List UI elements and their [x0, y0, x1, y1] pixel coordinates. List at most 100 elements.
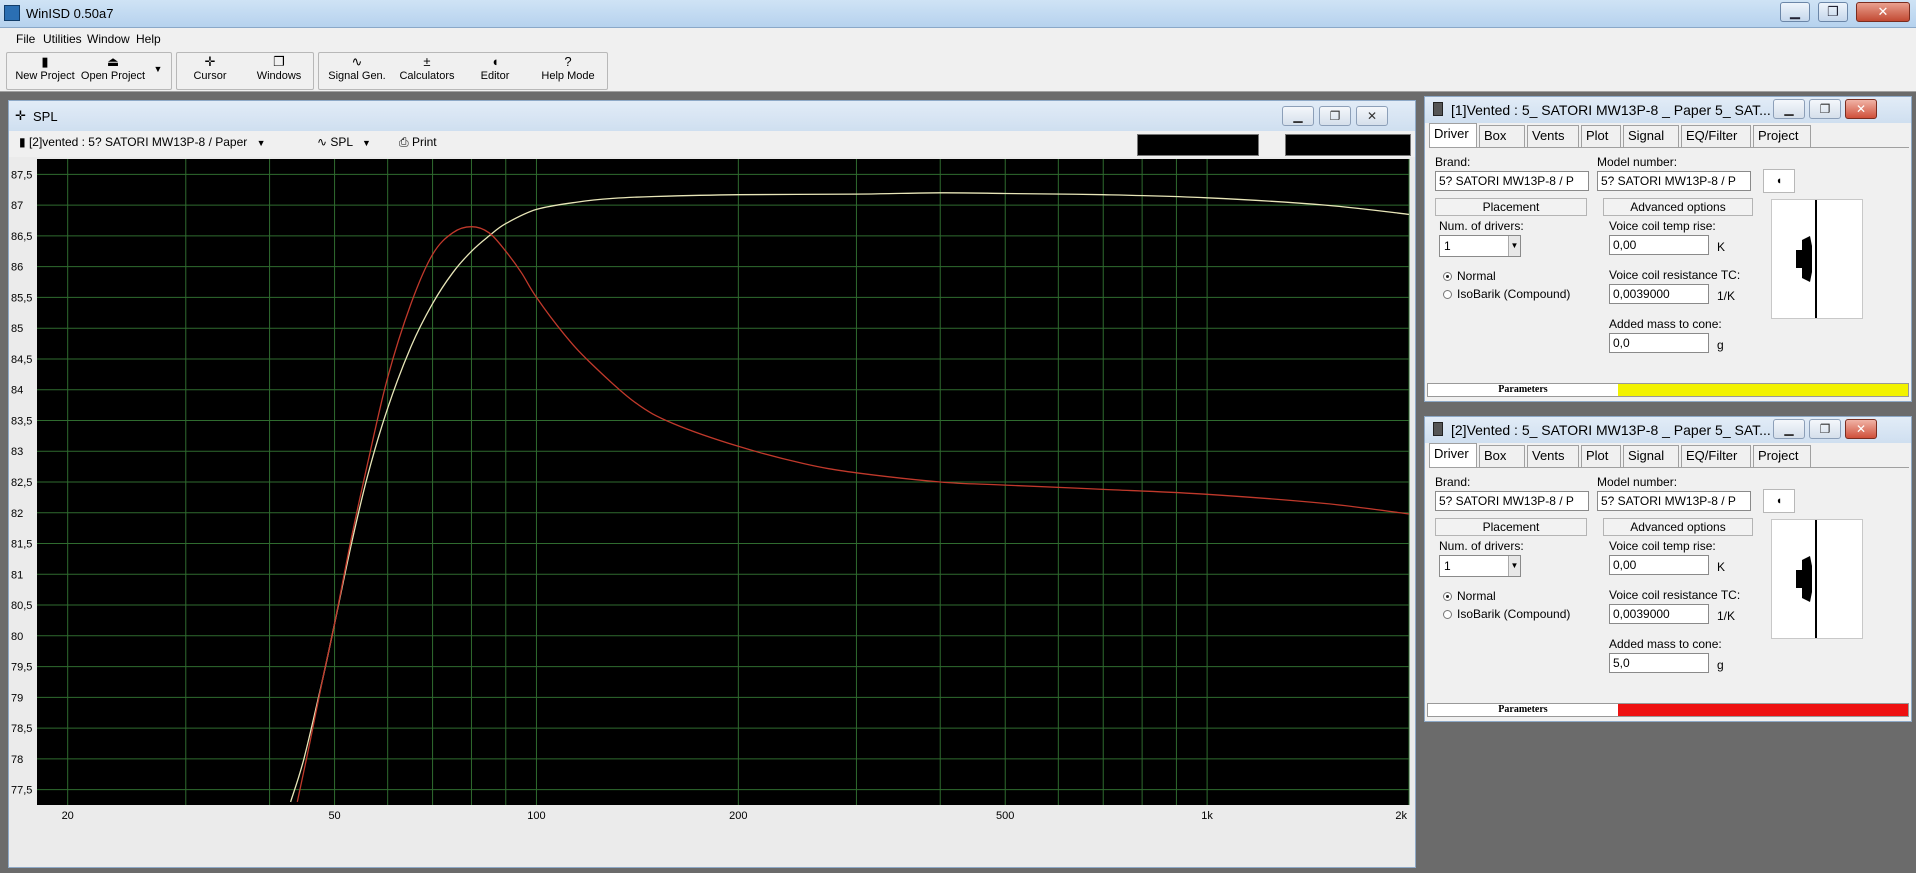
tab-vents[interactable]: Vents: [1527, 125, 1579, 147]
chevron-down-icon: ▼: [1508, 236, 1520, 256]
x-tick-label: 100: [527, 810, 545, 822]
editor-button[interactable]: ◖ Editor: [470, 54, 520, 88]
signal-gen-button[interactable]: ∿ Signal Gen.: [326, 54, 388, 88]
panel-close-button[interactable]: ✕: [1845, 419, 1877, 439]
tab-eq-filter[interactable]: EQ/Filter: [1681, 125, 1751, 147]
num-drivers-select[interactable]: 1 ▼: [1439, 235, 1521, 257]
print-button[interactable]: ⎙ Print: [399, 135, 437, 150]
spl-restore-button[interactable]: ❐: [1319, 106, 1351, 126]
app-title: WinISD 0.50a7: [26, 6, 114, 21]
tab-divider: [1429, 147, 1909, 148]
cursor-button[interactable]: ✛ Cursor: [184, 54, 236, 88]
radio-dot-on: [1443, 272, 1452, 281]
vc-rise-field[interactable]: 0,00: [1609, 555, 1709, 575]
cursor-icon: ✛: [204, 54, 216, 69]
vc-rise-label: Voice coil temp rise:: [1609, 539, 1716, 553]
placement-button[interactable]: Placement: [1435, 198, 1587, 216]
close-button[interactable]: ✕: [1856, 2, 1910, 22]
tab-vents[interactable]: Vents: [1527, 445, 1579, 467]
y-tick-label: 87,5: [11, 169, 32, 181]
normal-radio[interactable]: Normal: [1443, 269, 1496, 283]
added-mass-field[interactable]: 0,0: [1609, 333, 1709, 353]
tab-eq-filter[interactable]: EQ/Filter: [1681, 445, 1751, 467]
model-label: Model number:: [1597, 155, 1678, 169]
open-project-dropdown[interactable]: ▼: [150, 54, 166, 88]
menu-window[interactable]: Window: [87, 32, 130, 46]
brand-field[interactable]: 5? SATORI MW13P-8 / P: [1435, 171, 1589, 191]
tab-driver[interactable]: Driver: [1429, 123, 1477, 147]
speaker-small-icon: [1433, 422, 1443, 436]
added-mass-field[interactable]: 5,0: [1609, 653, 1709, 673]
x-tick-label: 200: [729, 810, 747, 822]
y-tick-label: 87: [11, 200, 23, 212]
menu-bar: File Utilities Window Help: [0, 28, 1916, 50]
advanced-options-button[interactable]: Advanced options: [1603, 198, 1753, 216]
minimize-button[interactable]: ▁: [1780, 2, 1810, 22]
tab-box[interactable]: Box: [1479, 125, 1525, 147]
speaker-icon: ◖: [1775, 175, 1783, 187]
tab-box[interactable]: Box: [1479, 445, 1525, 467]
panel-restore-button[interactable]: ❐: [1809, 419, 1841, 439]
vc-tc-label: Voice coil resistance TC:: [1609, 588, 1741, 602]
driver-editor-button[interactable]: ◖: [1763, 489, 1795, 513]
num-drivers-select[interactable]: 1 ▼: [1439, 555, 1521, 577]
menu-file[interactable]: File: [16, 32, 35, 46]
calculators-button[interactable]: ± Calculators: [396, 54, 458, 88]
parameters-status-fill: [1618, 704, 1908, 716]
cursor-readout-x: [1137, 134, 1259, 156]
project-select[interactable]: ▮ [2]vented : 5? SATORI MW13P-8 / Paper …: [19, 135, 266, 149]
isobarik-radio[interactable]: IsoBarik (Compound): [1443, 607, 1570, 621]
driver-editor-button[interactable]: ◖: [1763, 169, 1795, 193]
placement-button[interactable]: Placement: [1435, 518, 1587, 536]
parameters-label: Parameters: [1428, 704, 1618, 716]
advanced-options-button[interactable]: Advanced options: [1603, 518, 1753, 536]
panel-title: [1]Vented : 5_ SATORI MW13P-8 _ Paper 5_…: [1451, 102, 1771, 118]
tab-plot[interactable]: Plot: [1581, 125, 1621, 147]
spl-chart[interactable]: 77,5 78 78,5 79 79,5 80 80,5 81 81,5 82 82,5 83 83,5…: [9, 159, 1415, 867]
restore-button[interactable]: ❐: [1818, 2, 1848, 22]
panel-minimize-button[interactable]: ▁: [1773, 419, 1805, 439]
speaker-small-icon: [1433, 102, 1443, 116]
help-mode-button[interactable]: ? Help Mode: [534, 54, 602, 88]
y-tick-label: 83,5: [11, 415, 32, 427]
tab-driver[interactable]: Driver: [1429, 443, 1477, 467]
speaker-icon: ◖: [491, 54, 499, 69]
tab-signal[interactable]: Signal: [1623, 445, 1679, 467]
num-drivers-label: Num. of drivers:: [1439, 539, 1524, 553]
spl-minimize-button[interactable]: ▁: [1282, 106, 1314, 126]
vc-rise-field[interactable]: 0,00: [1609, 235, 1709, 255]
menu-help[interactable]: Help: [136, 32, 161, 46]
windows-icon: ❐: [273, 54, 285, 69]
spl-window-title: SPL: [33, 109, 58, 124]
normal-radio[interactable]: Normal: [1443, 589, 1496, 603]
driver-diagram: [1771, 199, 1863, 319]
spl-close-button[interactable]: ✕: [1356, 106, 1388, 126]
graph-type-select[interactable]: ∿ SPL ▼: [317, 135, 371, 149]
open-project-button[interactable]: ⏏ Open Project: [80, 54, 146, 88]
crosshair-icon: ✛: [15, 108, 26, 123]
radio-dot-off: [1443, 610, 1452, 619]
new-project-button[interactable]: ▮ New Project: [14, 54, 76, 88]
panel-minimize-button[interactable]: ▁: [1773, 99, 1805, 119]
added-mass-unit: g: [1717, 658, 1724, 672]
tab-plot[interactable]: Plot: [1581, 445, 1621, 467]
vc-tc-field[interactable]: 0,0039000: [1609, 284, 1709, 304]
vc-rise-label: Voice coil temp rise:: [1609, 219, 1716, 233]
isobarik-radio[interactable]: IsoBarik (Compound): [1443, 287, 1570, 301]
x-tick-label: 20: [62, 810, 74, 822]
brand-field[interactable]: 5? SATORI MW13P-8 / P: [1435, 491, 1589, 511]
windows-button[interactable]: ❐ Windows: [250, 54, 308, 88]
tab-signal[interactable]: Signal: [1623, 125, 1679, 147]
tab-project[interactable]: Project: [1753, 125, 1811, 147]
panel-close-button[interactable]: ✕: [1845, 99, 1877, 119]
model-field[interactable]: 5? SATORI MW13P-8 / P: [1597, 491, 1751, 511]
y-tick-label: 82,5: [11, 477, 32, 489]
x-tick-label: 2k: [1395, 810, 1407, 822]
model-field[interactable]: 5? SATORI MW13P-8 / P: [1597, 171, 1751, 191]
chevron-down-icon: ▼: [153, 64, 163, 74]
menu-utilities[interactable]: Utilities: [43, 32, 82, 46]
tab-project[interactable]: Project: [1753, 445, 1811, 467]
panel-titlebar: [2]Vented : 5_ SATORI MW13P-8 _ Paper 5_…: [1425, 417, 1911, 443]
vc-tc-field[interactable]: 0,0039000: [1609, 604, 1709, 624]
panel-restore-button[interactable]: ❐: [1809, 99, 1841, 119]
